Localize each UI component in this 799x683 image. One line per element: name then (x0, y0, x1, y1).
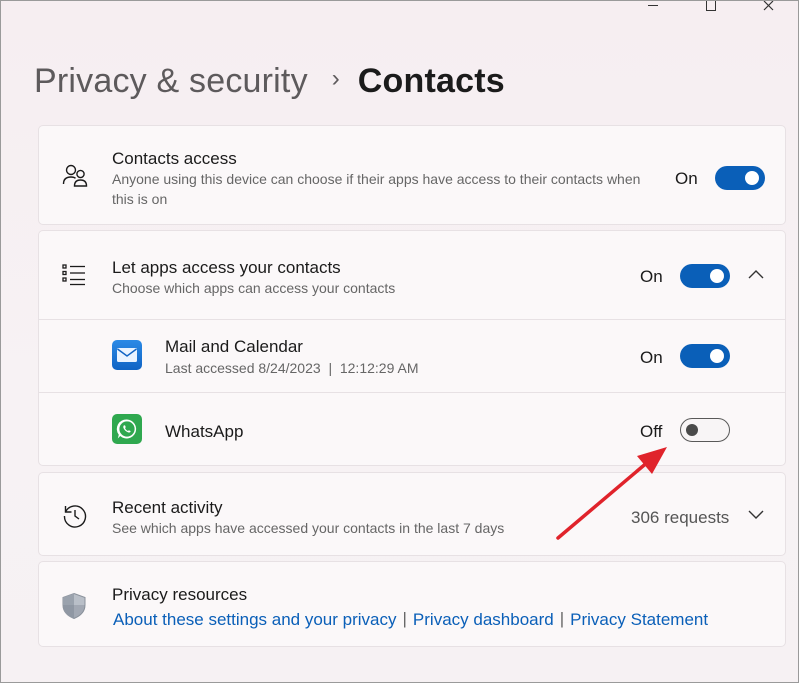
contacts-access-title: Contacts access (112, 149, 237, 168)
recent-activity-card[interactable]: Recent activity See which apps have acce… (38, 472, 786, 556)
app-state-whatsapp: Off (640, 422, 663, 441)
link-about-settings[interactable]: About these settings and your privacy (113, 610, 397, 630)
app-name-mail: Mail and Calendar (165, 337, 303, 356)
history-icon (61, 502, 89, 530)
link-separator: | (402, 609, 407, 628)
mail-icon (112, 340, 142, 370)
contacts-access-card: Contacts access Anyone using this device… (38, 125, 786, 225)
close-button[interactable] (740, 1, 798, 15)
apps-access-title: Let apps access your contacts (112, 258, 341, 277)
recent-activity-count: 306 requests (631, 508, 730, 527)
people-icon (61, 162, 89, 190)
list-icon (61, 263, 87, 287)
apps-access-state: On (640, 267, 663, 286)
page-title: Contacts (357, 61, 505, 100)
minimize-button[interactable] (624, 1, 682, 15)
app-toggle-mail[interactable] (680, 344, 730, 368)
apps-access-description: Choose which apps can access your contac… (112, 280, 396, 296)
app-last-accessed-mail: Last accessed 8/24/2023 | 12:12:29 AM (165, 360, 419, 376)
contacts-access-description: Anyone using this device can choose if t… (112, 171, 641, 207)
maximize-icon (706, 1, 716, 11)
contacts-access-toggle[interactable] (715, 166, 765, 190)
link-separator: | (559, 609, 565, 628)
caption-buttons (624, 1, 798, 15)
whatsapp-icon (112, 414, 142, 444)
breadcrumb-separator: › (331, 65, 340, 92)
recent-activity-description: See which apps have accessed your contac… (112, 520, 505, 536)
breadcrumb: Privacy & security › Contacts (34, 59, 505, 103)
close-icon (763, 1, 774, 11)
chevron-down-icon[interactable] (748, 510, 764, 520)
chevron-up-icon[interactable] (748, 269, 764, 279)
app-state-mail: On (640, 348, 663, 367)
minimize-icon (648, 5, 658, 6)
settings-window: Privacy & security › Contacts Contacts a… (0, 0, 799, 683)
privacy-links: About these settings and your privacy | … (113, 609, 708, 630)
contacts-access-state: On (675, 169, 698, 188)
privacy-resources-card: Privacy resources About these settings a… (38, 561, 786, 647)
link-privacy-statement[interactable]: Privacy Statement (570, 610, 708, 630)
app-row-mail: Mail and Calendar Last accessed 8/24/202… (39, 319, 785, 393)
apps-access-toggle[interactable] (680, 264, 730, 288)
app-name-whatsapp: WhatsApp (165, 422, 244, 441)
breadcrumb-parent[interactable]: Privacy & security (34, 62, 308, 101)
privacy-resources-title: Privacy resources (112, 585, 248, 604)
app-toggle-whatsapp[interactable] (680, 418, 730, 442)
link-privacy-dashboard[interactable]: Privacy dashboard (413, 610, 554, 630)
apps-access-header-row[interactable]: Let apps access your contacts Choose whi… (39, 231, 785, 319)
shield-icon (61, 592, 87, 620)
app-row-whatsapp: WhatsApp Off (39, 392, 785, 466)
maximize-button[interactable] (682, 1, 740, 15)
apps-access-card: Let apps access your contacts Choose whi… (38, 230, 786, 466)
recent-activity-title: Recent activity (112, 498, 223, 517)
